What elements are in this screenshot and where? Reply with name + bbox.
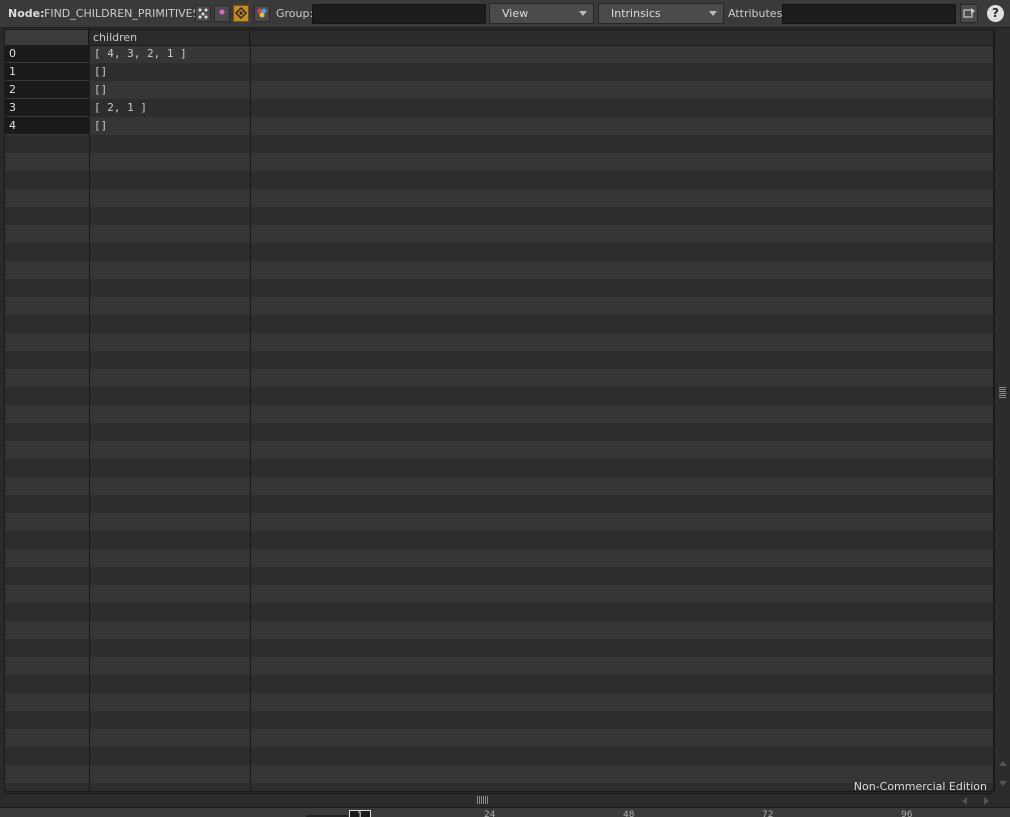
row-stripe bbox=[5, 567, 993, 585]
row-stripe bbox=[5, 477, 993, 495]
row-stripe bbox=[5, 135, 993, 153]
row-stripe bbox=[5, 369, 993, 387]
row-stripe bbox=[5, 441, 993, 459]
row-stripe bbox=[5, 531, 993, 549]
row-stripe bbox=[5, 117, 993, 135]
row-stripe bbox=[5, 513, 993, 531]
row-stripe bbox=[5, 171, 993, 189]
pane-options-icon bbox=[963, 8, 975, 18]
row-stripe bbox=[5, 333, 993, 351]
row-index[interactable]: 0 bbox=[5, 45, 89, 63]
row-index[interactable]: 4 bbox=[5, 117, 89, 135]
help-button[interactable]: ? bbox=[987, 5, 1004, 22]
scroll-up-icon[interactable] bbox=[999, 761, 1007, 766]
row-stripe bbox=[5, 405, 993, 423]
row-index[interactable]: 3 bbox=[5, 99, 89, 117]
children-cell[interactable]: [] bbox=[94, 117, 107, 135]
chevron-down-icon bbox=[579, 11, 587, 16]
row-stripe bbox=[5, 639, 993, 657]
row-stripe bbox=[5, 675, 993, 693]
row-stripe bbox=[5, 747, 993, 765]
row-stripe bbox=[5, 765, 993, 783]
timeline-tick: 96 bbox=[901, 810, 913, 817]
column-header-row: children bbox=[5, 30, 993, 46]
timeline-tick: 24 bbox=[484, 810, 496, 817]
timeline-tick: 48 bbox=[623, 810, 635, 817]
row-stripe bbox=[5, 351, 993, 369]
row-stripe bbox=[5, 189, 993, 207]
group-label: Group: bbox=[276, 7, 314, 20]
row-stripe bbox=[5, 63, 993, 81]
row-stripe bbox=[5, 315, 993, 333]
scroll-left-icon[interactable] bbox=[962, 797, 967, 805]
row-stripe bbox=[5, 297, 993, 315]
vertical-scrollbar[interactable] bbox=[994, 29, 1010, 792]
primitives-icon[interactable] bbox=[233, 5, 249, 22]
row-stripe bbox=[5, 495, 993, 513]
view-menu[interactable]: View bbox=[489, 3, 594, 24]
row-stripe bbox=[5, 279, 993, 297]
chevron-down-icon bbox=[709, 11, 717, 16]
row-stripe bbox=[5, 243, 993, 261]
column-divider bbox=[89, 45, 90, 791]
children-cell[interactable]: [ 4, 3, 2, 1 ] bbox=[94, 45, 187, 63]
row-stripe bbox=[5, 621, 993, 639]
node-label: Node: bbox=[8, 7, 45, 20]
row-index[interactable]: 1 bbox=[5, 63, 89, 81]
row-stripe bbox=[5, 459, 993, 477]
column-header-children[interactable]: children bbox=[89, 30, 250, 45]
row-stripe bbox=[5, 657, 993, 675]
current-frame-marker[interactable]: 1 bbox=[349, 810, 371, 817]
attributes-field[interactable] bbox=[782, 4, 956, 24]
row-stripe bbox=[5, 729, 993, 747]
intrinsics-menu-label: Intrinsics bbox=[611, 7, 661, 20]
column-divider bbox=[250, 45, 251, 791]
spreadsheet-toolbar: Node: FIND_CHILDREN_PRIMITIVES Group: Vi… bbox=[0, 0, 1010, 28]
attributes-label: Attributes: bbox=[728, 7, 787, 20]
children-cell[interactable]: [ 2, 1 ] bbox=[94, 99, 147, 117]
intrinsics-menu[interactable]: Intrinsics bbox=[598, 3, 724, 24]
view-menu-label: View bbox=[502, 7, 529, 20]
help-icon: ? bbox=[992, 6, 999, 20]
scroll-right-icon[interactable] bbox=[984, 797, 989, 805]
geometry-spreadsheet: children 0 [ 4, 3, 2, 1 ] 1 [] 2 [] 3 [ 2, 1 ] 4… bbox=[4, 29, 994, 792]
row-stripe bbox=[5, 153, 993, 171]
points-icon[interactable] bbox=[195, 5, 211, 22]
row-stripe bbox=[5, 585, 993, 603]
edition-watermark: Non-Commercial Edition bbox=[853, 780, 987, 793]
row-index[interactable]: 2 bbox=[5, 81, 89, 99]
row-stripe bbox=[5, 549, 993, 567]
row-stripe bbox=[5, 693, 993, 711]
index-column-header[interactable] bbox=[5, 30, 89, 45]
row-stripe bbox=[5, 783, 993, 791]
group-field[interactable] bbox=[312, 4, 486, 24]
scroll-grip-icon[interactable] bbox=[999, 386, 1006, 398]
row-stripe bbox=[5, 207, 993, 225]
pane-options-button[interactable] bbox=[960, 4, 978, 23]
row-stripe bbox=[5, 81, 993, 99]
row-stripe bbox=[5, 99, 993, 117]
scroll-down-icon[interactable] bbox=[999, 781, 1007, 786]
row-stripe bbox=[5, 603, 993, 621]
horizontal-scrollbar[interactable] bbox=[4, 793, 994, 806]
row-stripe bbox=[5, 387, 993, 405]
row-stripe bbox=[5, 711, 993, 729]
scroll-grip-icon[interactable] bbox=[477, 796, 489, 804]
vertices-icon[interactable] bbox=[214, 5, 230, 22]
detail-icon[interactable] bbox=[254, 5, 270, 22]
row-stripe bbox=[5, 225, 993, 243]
row-stripe bbox=[5, 261, 993, 279]
row-stripe bbox=[5, 423, 993, 441]
timeline-tick: 72 bbox=[762, 810, 774, 817]
timeline-bar[interactable]: 1 24 48 72 96 bbox=[0, 807, 1010, 817]
node-path[interactable]: FIND_CHILDREN_PRIMITIVES bbox=[44, 0, 200, 28]
children-cell[interactable]: [] bbox=[94, 63, 107, 81]
children-cell[interactable]: [] bbox=[94, 81, 107, 99]
